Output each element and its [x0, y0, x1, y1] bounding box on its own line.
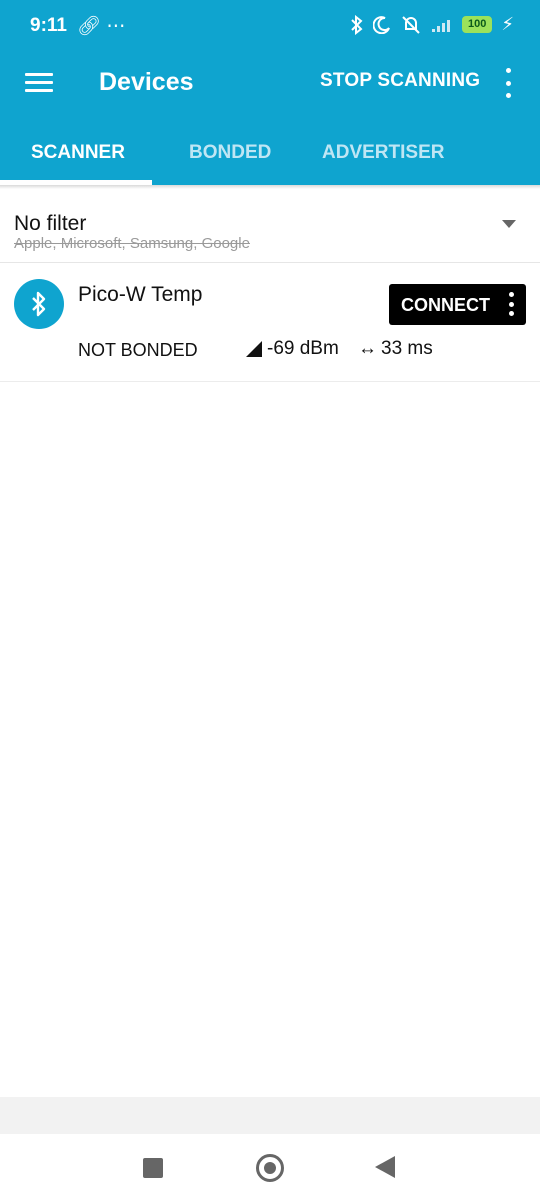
moon-icon [373, 15, 390, 34]
tab-bar: SCANNER BONDED ADVERTISER [0, 112, 540, 185]
bond-state: NOT BONDED [78, 340, 198, 360]
signal-strength-icon [246, 341, 262, 357]
bluetooth-icon [351, 14, 363, 35]
battery-indicator: 100 [462, 16, 493, 33]
device-name: Pico-W Temp [78, 283, 203, 306]
status-left-icons: 🔗︎ ⋯ [77, 14, 125, 38]
rssi-readout: -69 dBm [245, 338, 339, 360]
charging-icon: ⚡︎ [501, 14, 514, 34]
tab-scanner[interactable]: SCANNER [31, 142, 125, 164]
filter-dropdown[interactable]: No filter Apple, Microsoft, Samsung, Goo… [0, 189, 540, 263]
app-toolbar: Devices STOP SCANNING [0, 56, 540, 112]
page-title: Devices [99, 68, 194, 96]
bluetooth-icon [32, 291, 46, 317]
status-right-icons: 100 ⚡︎ [350, 14, 514, 35]
more-dots-icon: ⋯ [106, 16, 126, 37]
signal-icon [432, 19, 450, 32]
interval-value: 33 ms [381, 338, 433, 359]
link-icon: 🔗︎ [77, 16, 102, 37]
connect-button[interactable]: CONNECT [389, 284, 526, 325]
status-time: 9:11 [30, 15, 67, 36]
interval-arrows-icon: ↔ [358, 338, 377, 359]
stop-scanning-button[interactable]: STOP SCANNING [320, 70, 480, 92]
rssi-value: -69 dBm [267, 338, 339, 359]
device-list-item[interactable]: Pico-W Temp CONNECT NOT BONDED -69 dBm ↔… [0, 263, 540, 382]
system-navigation-bar [0, 1134, 540, 1200]
hamburger-menu-icon[interactable] [25, 68, 53, 98]
home-icon[interactable] [256, 1154, 284, 1182]
filter-subtitle: Apple, Microsoft, Samsung, Google [14, 235, 250, 252]
muted-vibrate-icon [402, 15, 420, 34]
bluetooth-device-icon [14, 279, 64, 329]
status-bar: 9:11 🔗︎ ⋯ 100 ⚡︎ [0, 0, 540, 56]
list-footer-area [0, 1097, 540, 1134]
connect-label: CONNECT [401, 295, 490, 315]
filter-title: No filter [14, 212, 87, 235]
dropdown-arrow-icon[interactable] [502, 220, 516, 228]
tab-advertiser[interactable]: ADVERTISER [322, 142, 444, 164]
device-options-icon[interactable] [507, 292, 515, 316]
recents-icon[interactable] [143, 1158, 163, 1178]
overflow-menu-icon[interactable] [500, 68, 516, 98]
back-icon[interactable] [375, 1156, 395, 1178]
interval-readout: ↔ 33 ms [358, 338, 433, 360]
tab-bonded[interactable]: BONDED [189, 142, 271, 164]
